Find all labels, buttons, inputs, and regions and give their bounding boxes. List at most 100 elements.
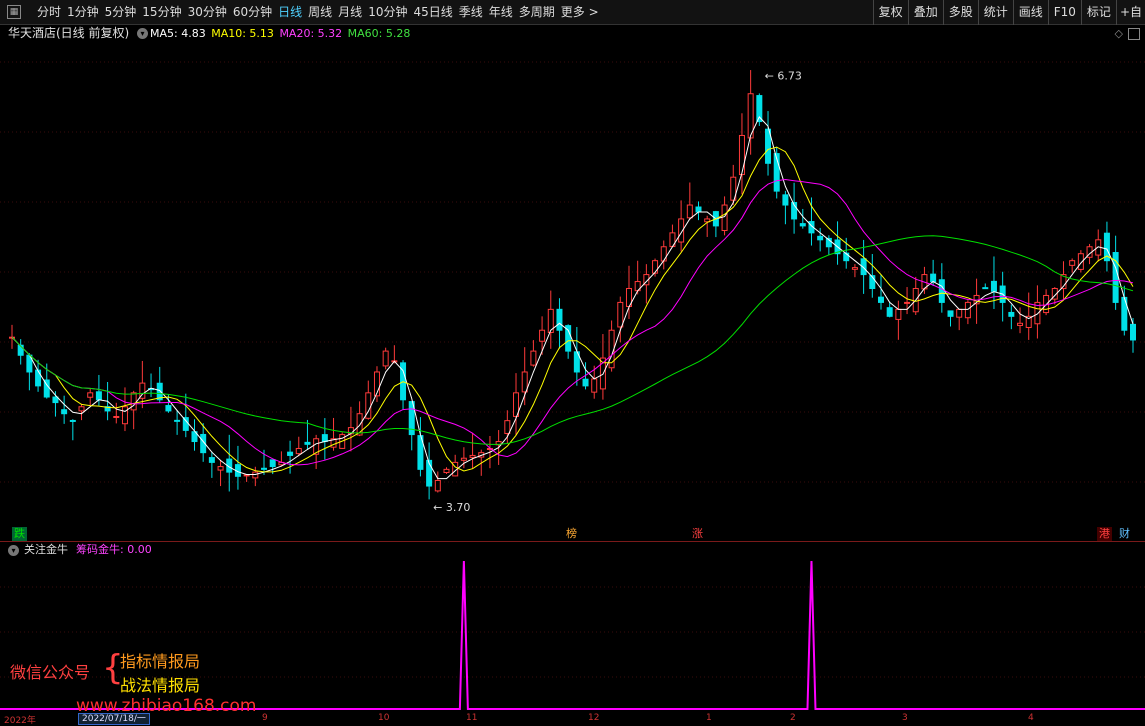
candle-body [443, 468, 450, 474]
tool-0[interactable]: 复权 [872, 0, 908, 25]
tool-6[interactable]: 标记 [1080, 0, 1116, 25]
candle-body [217, 466, 224, 471]
tab-11[interactable]: 季线 [456, 0, 486, 25]
candle-body [721, 204, 728, 232]
candle-body [174, 419, 181, 422]
candle-body [582, 378, 589, 387]
tool-3[interactable]: 统计 [977, 0, 1013, 25]
candle-body [686, 204, 693, 219]
candle-body [61, 409, 68, 415]
tool-1[interactable]: 叠加 [907, 0, 943, 25]
candle-body [530, 350, 537, 366]
candle-body [938, 279, 945, 303]
badge-zhang[interactable]: 涨 [690, 527, 705, 541]
x-axis-month: 4 [1028, 713, 1034, 723]
candle-body [556, 308, 563, 331]
period-toolbar: ▦ 分时 1分钟 5分钟 15分钟 30分钟 60分钟 日线 周线 月线 10分钟 45日线 季线 年线… [0, 0, 1145, 25]
chevron-down-icon[interactable]: ▾ [8, 545, 19, 556]
tab-8[interactable]: 月线 [335, 0, 365, 25]
candle-body [660, 246, 667, 262]
tab-13[interactable]: 多周期 [516, 0, 558, 25]
x-axis-month: 1 [706, 713, 712, 723]
candle-body [738, 134, 745, 176]
main-info-bar: 华天酒店(日线 前复权) ▾ MA5: 4.83 MA10: 5.13 MA20… [0, 25, 1145, 42]
candle-body [930, 273, 937, 283]
ma10-value: MA10: 5.13 [211, 27, 274, 40]
x-axis-month: 11 [466, 713, 478, 723]
candle-body [817, 235, 824, 241]
tab-12[interactable]: 年线 [486, 0, 516, 25]
tab-6[interactable]: 日线 [275, 0, 305, 25]
candle-body [990, 280, 997, 292]
candle-body [434, 479, 441, 492]
low-price-label: ← 3.70 [433, 501, 470, 514]
candle-body [261, 467, 268, 470]
window-icon[interactable] [1128, 28, 1140, 40]
candle-body [1130, 323, 1136, 341]
sub-panel-name: 关注金牛 [24, 543, 68, 556]
candle-body [982, 287, 989, 290]
candle-body [78, 406, 85, 412]
candle-body [87, 392, 94, 398]
right-tools: 复权 叠加 多股 统计 画线 F10 标记 +自 [872, 0, 1145, 25]
watermark-line2: 战法情报局 [120, 676, 201, 695]
x-axis-year: 2022年 [4, 716, 36, 726]
candle-body [182, 417, 189, 431]
candle-body [269, 459, 276, 468]
x-axis: 2022年 9 10 11 12 1 2 3 4 [0, 713, 1145, 726]
badge-cai[interactable]: 财 [1117, 527, 1132, 541]
candle-body [799, 223, 806, 227]
candle-body [521, 371, 528, 393]
ma20-value: MA20: 5.32 [279, 27, 343, 40]
tool-4[interactable]: 画线 [1012, 0, 1048, 25]
candle-body [947, 310, 954, 317]
ma5-line [11, 116, 1134, 480]
candle-body [252, 471, 259, 479]
candle-body [469, 454, 476, 458]
badge-bang[interactable]: 榜 [564, 527, 579, 541]
grid-icon[interactable]: ▦ [7, 5, 21, 19]
candle-body [35, 369, 42, 387]
badge-die[interactable]: 跌 [12, 527, 27, 541]
chevron-down-icon[interactable]: ▾ [137, 28, 148, 39]
x-axis-month: 10 [378, 713, 390, 723]
ma5-value: MA5: 4.83 [150, 27, 206, 40]
tool-7[interactable]: +自 [1115, 0, 1145, 25]
ma20-line [11, 178, 1134, 466]
tab-9[interactable]: 10分钟 [365, 0, 410, 25]
candle-body [591, 378, 598, 393]
candle-body [130, 392, 137, 411]
candle-body [304, 441, 311, 445]
stock-title: 华天酒店(日线 前复权) [8, 26, 130, 40]
tab-14[interactable]: 更多 > [558, 0, 602, 25]
tab-3[interactable]: 15分钟 [139, 0, 184, 25]
price-chart[interactable]: ← 6.73 ← 3.70 [0, 42, 1145, 540]
diamond-icon[interactable]: ◇ [1115, 25, 1123, 42]
candle-body [956, 308, 963, 318]
tool-5[interactable]: F10 [1047, 0, 1081, 25]
candle-body [69, 419, 76, 422]
candle-body [356, 413, 363, 436]
tool-2[interactable]: 多股 [942, 0, 978, 25]
tab-5[interactable]: 60分钟 [230, 0, 275, 25]
candle-body [652, 260, 659, 274]
badge-gang[interactable]: 港 [1097, 527, 1112, 541]
candle-body [504, 420, 511, 434]
candle-body [1069, 260, 1076, 266]
candle-body [964, 301, 971, 319]
watermark-wechat: 微信公众号 [10, 663, 91, 682]
tab-7[interactable]: 周线 [305, 0, 335, 25]
tab-10[interactable]: 45日线 [410, 0, 455, 25]
tab-1[interactable]: 1分钟 [64, 0, 102, 25]
candle-body [321, 434, 328, 443]
tab-0[interactable]: 分时 [34, 0, 64, 25]
tab-4[interactable]: 30分钟 [185, 0, 230, 25]
tab-2[interactable]: 5分钟 [102, 0, 140, 25]
period-tabs: 分时 1分钟 5分钟 15分钟 30分钟 60分钟 日线 周线 月线 10分钟 45日线 季线 年线 多周… [34, 0, 602, 25]
candle-body [243, 474, 250, 477]
candle-body [617, 301, 624, 328]
candle-body [1017, 322, 1024, 326]
sub-panel-header: ▾ 关注金牛 筹码金牛: 0.00 [0, 541, 1145, 558]
candle-body [877, 296, 884, 303]
candle-body [113, 415, 120, 418]
